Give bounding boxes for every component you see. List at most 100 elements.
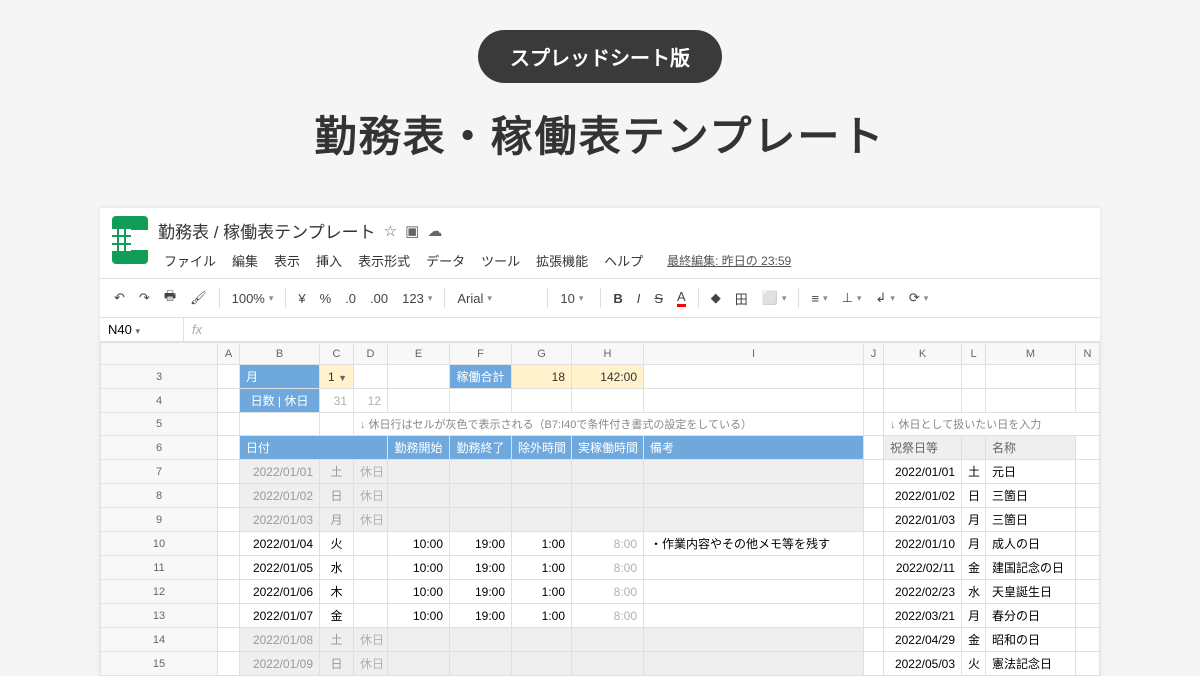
font-size-select[interactable]: 10: [554, 287, 594, 310]
cell[interactable]: [512, 508, 572, 532]
cell[interactable]: [354, 556, 388, 580]
cell[interactable]: [572, 628, 644, 652]
row-header[interactable]: 11: [101, 556, 218, 580]
cell[interactable]: 土: [320, 460, 354, 484]
cell[interactable]: [644, 484, 864, 508]
v-align-button[interactable]: ⊥: [836, 286, 868, 310]
cell[interactable]: 休日: [354, 508, 388, 532]
row-header[interactable]: 7: [101, 460, 218, 484]
row-header[interactable]: 3: [101, 365, 218, 389]
grid[interactable]: ABCDEFGHIJKLMN 3 月 1 ▼ 稼働合計 18 142:00 4 …: [100, 342, 1100, 676]
col-header[interactable]: J: [864, 343, 884, 365]
cell[interactable]: 2022/01/03: [884, 508, 962, 532]
col-header[interactable]: B: [240, 343, 320, 365]
cell[interactable]: 2022/01/05: [240, 556, 320, 580]
h-align-button[interactable]: ≡: [805, 287, 833, 310]
month-dropdown[interactable]: 1 ▼: [320, 365, 354, 389]
col-header[interactable]: C: [320, 343, 354, 365]
cell[interactable]: 31: [320, 389, 354, 413]
cell[interactable]: 日数 | 休日: [240, 389, 320, 413]
cell[interactable]: [450, 508, 512, 532]
cell[interactable]: 実稼働時間: [572, 436, 644, 460]
dec-more-button[interactable]: .00: [364, 287, 394, 310]
strike-button[interactable]: S: [648, 287, 669, 310]
cell[interactable]: 2022/01/02: [240, 484, 320, 508]
cell[interactable]: [962, 436, 986, 460]
cell[interactable]: 2022/01/02: [884, 484, 962, 508]
col-header[interactable]: N: [1076, 343, 1100, 365]
cell[interactable]: 2022/01/01: [240, 460, 320, 484]
cell[interactable]: 天皇誕生日: [986, 580, 1076, 604]
cell[interactable]: 土: [962, 460, 986, 484]
cell[interactable]: 10:00: [388, 604, 450, 628]
cell[interactable]: 1:00: [512, 604, 572, 628]
cell[interactable]: 元日: [986, 460, 1076, 484]
bold-button[interactable]: B: [607, 287, 628, 310]
cell[interactable]: 2022/02/11: [884, 556, 962, 580]
menu-file[interactable]: ファイル: [158, 249, 222, 272]
col-header[interactable]: L: [962, 343, 986, 365]
fill-color-button[interactable]: ◆: [705, 286, 727, 310]
row-header[interactable]: 14: [101, 628, 218, 652]
cell[interactable]: 10:00: [388, 580, 450, 604]
row-header[interactable]: 12: [101, 580, 218, 604]
row-header[interactable]: 4: [101, 389, 218, 413]
cell[interactable]: 2022/01/01: [884, 460, 962, 484]
col-header[interactable]: H: [572, 343, 644, 365]
cell[interactable]: [644, 460, 864, 484]
cell[interactable]: 金: [962, 628, 986, 652]
cell[interactable]: [644, 628, 864, 652]
cell[interactable]: [388, 508, 450, 532]
cell[interactable]: 日: [320, 484, 354, 508]
row-header[interactable]: 8: [101, 484, 218, 508]
text-color-button[interactable]: A: [671, 285, 692, 311]
paint-format-icon[interactable]: 🖌: [184, 286, 213, 310]
cell[interactable]: 木: [320, 580, 354, 604]
cell[interactable]: 春分の日: [986, 604, 1076, 628]
star-icon[interactable]: ☆: [384, 222, 397, 240]
col-header[interactable]: A: [218, 343, 240, 365]
cell[interactable]: 土: [320, 628, 354, 652]
cell[interactable]: 2022/01/03: [240, 508, 320, 532]
cell[interactable]: 月: [320, 508, 354, 532]
move-icon[interactable]: ▣: [405, 222, 419, 240]
cell[interactable]: [644, 580, 864, 604]
font-select[interactable]: Arial: [451, 287, 541, 310]
cell[interactable]: [512, 460, 572, 484]
cell[interactable]: 18: [512, 365, 572, 389]
last-edit[interactable]: 最終編集: 昨日の 23:59: [661, 250, 797, 271]
cell[interactable]: 除外時間: [512, 436, 572, 460]
cell[interactable]: 金: [320, 604, 354, 628]
cell[interactable]: ・作業内容やその他メモ等を残す: [644, 532, 864, 556]
cell[interactable]: 備考: [644, 436, 864, 460]
col-header[interactable]: D: [354, 343, 388, 365]
cell[interactable]: ↓ 休日行はセルが灰色で表示される（B7:I40で条件付き書式の設定をしている）: [354, 413, 864, 436]
italic-button[interactable]: I: [631, 287, 647, 310]
cell[interactable]: 19:00: [450, 556, 512, 580]
cell[interactable]: 2022/01/10: [884, 532, 962, 556]
row-header[interactable]: 10: [101, 532, 218, 556]
cell[interactable]: 日: [962, 484, 986, 508]
cell[interactable]: 月: [240, 365, 320, 389]
cell[interactable]: [572, 460, 644, 484]
cell[interactable]: 勤務開始: [388, 436, 450, 460]
row-header[interactable]: 5: [101, 413, 218, 436]
cell[interactable]: 2022/01/08: [240, 628, 320, 652]
cell[interactable]: 月: [962, 508, 986, 532]
menu-format[interactable]: 表示形式: [352, 249, 416, 272]
cell[interactable]: 10:00: [388, 532, 450, 556]
cell[interactable]: [572, 508, 644, 532]
menu-extensions[interactable]: 拡張機能: [530, 249, 594, 272]
cell[interactable]: [572, 484, 644, 508]
cell[interactable]: 2022/02/23: [884, 580, 962, 604]
wrap-button[interactable]: ↲: [869, 286, 900, 310]
cell[interactable]: 三箇日: [986, 508, 1076, 532]
cell[interactable]: [450, 460, 512, 484]
cell[interactable]: 金: [962, 556, 986, 580]
cell[interactable]: 2022/01/06: [240, 580, 320, 604]
cell[interactable]: 8:00: [572, 532, 644, 556]
borders-button[interactable]: 田: [729, 285, 754, 312]
cell[interactable]: [388, 484, 450, 508]
cell[interactable]: 19:00: [450, 604, 512, 628]
cell[interactable]: 8:00: [572, 556, 644, 580]
